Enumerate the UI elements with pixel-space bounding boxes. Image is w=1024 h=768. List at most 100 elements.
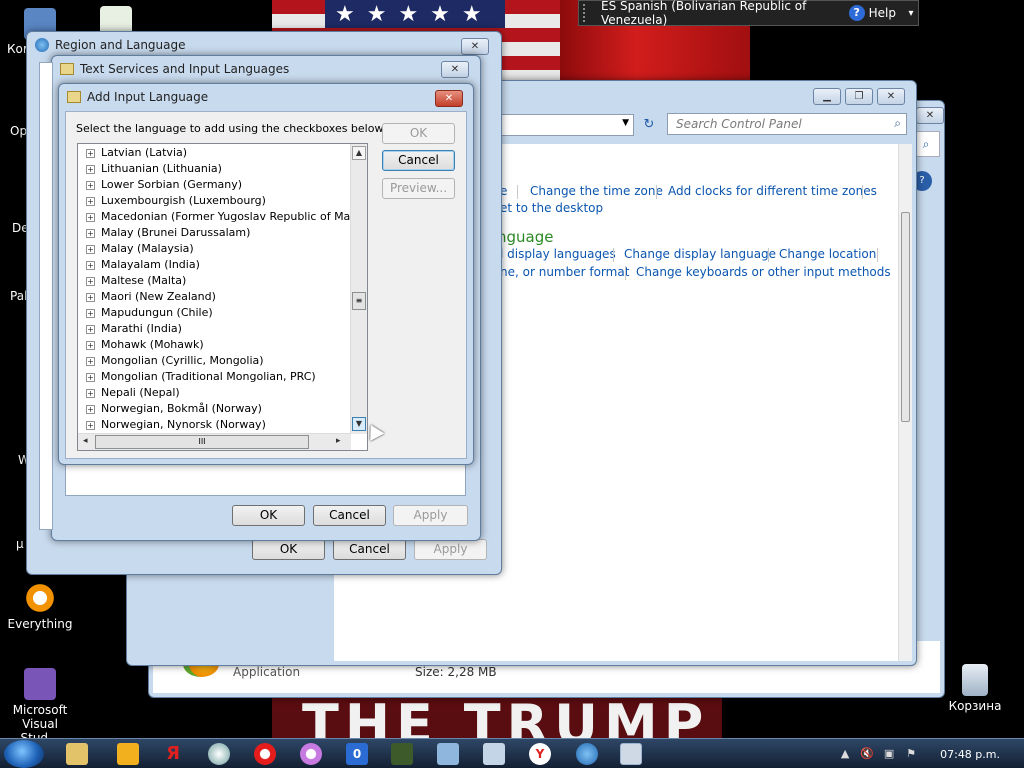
preview-button[interactable]: Preview... xyxy=(382,178,455,199)
add-input-cancel-button[interactable]: Cancel xyxy=(382,150,455,171)
text-services-titlebar[interactable]: Text Services and Input Languages xyxy=(52,56,480,82)
language-tree-item[interactable]: + Mongolian (Traditional Mongolian, PRC) xyxy=(86,369,316,385)
link-change-keyboards[interactable]: Change keyboards or other input methods xyxy=(636,265,891,279)
expand-plus-icon[interactable]: + xyxy=(86,308,95,318)
tray-expand-icon[interactable]: ▲ xyxy=(838,747,852,761)
language-tree[interactable]: + Latvian (Latvia) + Lithuanian (Lithuania)… xyxy=(77,143,368,451)
refresh-icon[interactable]: ↻ xyxy=(637,114,661,136)
link-change-location[interactable]: Change location xyxy=(779,247,876,261)
language-tree-hscroll[interactable]: ◂ III ▸ xyxy=(78,433,351,450)
link-gadget-desktop[interactable]: et to the desktop xyxy=(500,201,603,215)
language-tree-item[interactable]: + Lower Sorbian (Germany) xyxy=(86,177,242,193)
language-tree-item[interactable]: + Latvian (Latvia) xyxy=(86,145,187,161)
region-language-heading[interactable]: nguage xyxy=(497,228,553,246)
link-change-time-zone[interactable]: Change the time zone xyxy=(530,184,663,198)
action-center-flag-icon[interactable]: ⚑ xyxy=(904,747,918,761)
start-button[interactable] xyxy=(4,740,44,768)
expand-plus-icon[interactable]: + xyxy=(86,324,95,334)
language-tree-item[interactable]: + Maori (New Zealand) xyxy=(86,289,216,305)
text-services-taskbar-icon[interactable] xyxy=(620,743,642,765)
scroll-up-arrow[interactable]: ▲ xyxy=(352,146,366,160)
expand-plus-icon[interactable]: + xyxy=(86,164,95,174)
scroll-right-arrow[interactable]: ▸ xyxy=(336,436,341,446)
expand-plus-icon[interactable]: + xyxy=(86,420,95,430)
language-tree-item[interactable]: + Marathi (India) xyxy=(86,321,182,337)
expand-plus-icon[interactable]: + xyxy=(86,340,95,350)
link-add-clocks[interactable]: Add clocks for different time zones xyxy=(668,184,877,198)
visual-studio-desktop-icon[interactable]: Microsoft Visual Stud... xyxy=(2,668,78,745)
add-input-language-titlebar[interactable]: Add Input Language xyxy=(59,84,473,110)
yandex-taskbar-icon[interactable]: Я xyxy=(162,743,184,765)
text-services-close-button[interactable]: ✕ xyxy=(441,61,469,78)
vscroll-thumb[interactable]: ≡ xyxy=(352,292,366,310)
cp-close-button[interactable]: ✕ xyxy=(877,88,905,105)
region-cancel-button[interactable]: Cancel xyxy=(333,539,406,560)
expand-plus-icon[interactable]: + xyxy=(86,388,95,398)
expand-plus-icon[interactable]: + xyxy=(86,260,95,270)
current-input-language[interactable]: ES Spanish (Bolivarian Republic of Venez… xyxy=(601,0,849,27)
address-dropdown-icon[interactable]: ▼ xyxy=(622,118,629,128)
cp-minimize-button[interactable]: ▁ xyxy=(813,88,841,105)
language-bar-options-icon[interactable]: ▾ xyxy=(904,8,918,19)
paint-taskbar-icon[interactable] xyxy=(437,743,459,765)
yandex-browser-taskbar-icon[interactable]: Y xyxy=(529,743,551,765)
expand-plus-icon[interactable]: + xyxy=(86,372,95,382)
language-tree-item[interactable]: + Maltese (Malta) xyxy=(86,273,186,289)
recycle-bin-desktop-icon[interactable]: Корзина xyxy=(937,664,1013,713)
language-tree-item[interactable]: + Mohawk (Mohawk) xyxy=(86,337,204,353)
expand-plus-icon[interactable]: + xyxy=(86,212,95,222)
opera-taskbar-icon[interactable] xyxy=(254,743,276,765)
cp-scrollbar-thumb[interactable] xyxy=(901,212,910,422)
region-ok-button[interactable]: OK xyxy=(252,539,325,560)
link-install-display-languages[interactable]: l display languages xyxy=(500,247,616,261)
language-bar-grip[interactable] xyxy=(583,4,595,22)
expand-plus-icon[interactable]: + xyxy=(86,228,95,238)
programs-close-button[interactable]: ✕ xyxy=(916,107,944,124)
language-tree-item[interactable]: + Malay (Malaysia) xyxy=(86,241,194,257)
language-tree-item[interactable]: + Norwegian, Nynorsk (Norway) xyxy=(86,417,266,433)
minecraft-taskbar-icon[interactable] xyxy=(391,743,413,765)
clock[interactable]: 07:48 p.m. xyxy=(940,748,1000,761)
region-apply-button[interactable]: Apply xyxy=(414,539,487,560)
language-bar-help[interactable]: ? Help xyxy=(848,5,896,21)
text-services-cancel-button[interactable]: Cancel xyxy=(313,505,386,526)
expand-plus-icon[interactable]: + xyxy=(86,404,95,414)
region-taskbar-icon[interactable] xyxy=(576,743,598,765)
expand-plus-icon[interactable]: + xyxy=(86,244,95,254)
add-input-ok-button[interactable]: OK xyxy=(382,123,455,144)
add-input-close-button[interactable]: ✕ xyxy=(435,90,463,107)
language-tree-item[interactable]: + Malay (Brunei Darussalam) xyxy=(86,225,250,241)
language-tree-item[interactable]: + Mapudungun (Chile) xyxy=(86,305,213,321)
opera-dev-taskbar-icon[interactable] xyxy=(300,743,322,765)
cp-address-bar[interactable]: ▼ xyxy=(500,114,634,136)
expand-plus-icon[interactable]: + xyxy=(86,276,95,286)
expand-plus-icon[interactable]: + xyxy=(86,148,95,158)
language-tree-item[interactable]: + Malayalam (India) xyxy=(86,257,200,273)
link-number-format[interactable]: ne, or number format xyxy=(500,265,629,279)
network-taskbar-icon[interactable] xyxy=(483,743,505,765)
link-change-display-language[interactable]: Change display language xyxy=(624,247,776,261)
language-tree-item[interactable]: + Macedonian (Former Yugoslav Republic of… xyxy=(86,209,367,225)
language-tree-vscroll[interactable]: ▲ ≡ ▼ xyxy=(350,144,367,434)
language-tree-item[interactable]: + Lithuanian (Lithuania) xyxy=(86,161,222,177)
everything-desktop-icon[interactable]: Everything xyxy=(2,582,78,631)
network-icon[interactable]: ▣ xyxy=(882,747,896,761)
cp-search-box[interactable]: Search Control Panel ⌕ xyxy=(667,113,907,135)
expand-plus-icon[interactable]: + xyxy=(86,196,95,206)
scroll-left-arrow[interactable]: ◂ xyxy=(83,436,88,446)
volume-muted-icon[interactable]: 🔇 xyxy=(860,747,874,761)
expand-plus-icon[interactable]: + xyxy=(86,292,95,302)
text-services-ok-button[interactable]: OK xyxy=(232,505,305,526)
language-tree-item[interactable]: + Mongolian (Cyrillic, Mongolia) xyxy=(86,353,264,369)
language-tree-item[interactable]: + Luxembourgish (Luxembourg) xyxy=(86,193,266,209)
text-services-apply-button[interactable]: Apply xyxy=(393,505,468,526)
language-tree-item[interactable]: + Norwegian, Bokmål (Norway) xyxy=(86,401,262,417)
region-close-button[interactable]: ✕ xyxy=(461,38,489,55)
search-icon[interactable]: ⌕ xyxy=(894,116,901,131)
cp-restore-button[interactable]: ❐ xyxy=(845,88,873,105)
expand-plus-icon[interactable]: + xyxy=(86,356,95,366)
sphere-taskbar-icon[interactable] xyxy=(208,743,230,765)
opera-mail-taskbar-icon[interactable]: 0 xyxy=(346,743,368,765)
language-tree-item[interactable]: + Nepali (Nepal) xyxy=(86,385,180,401)
explorer-taskbar-icon[interactable] xyxy=(66,743,88,765)
